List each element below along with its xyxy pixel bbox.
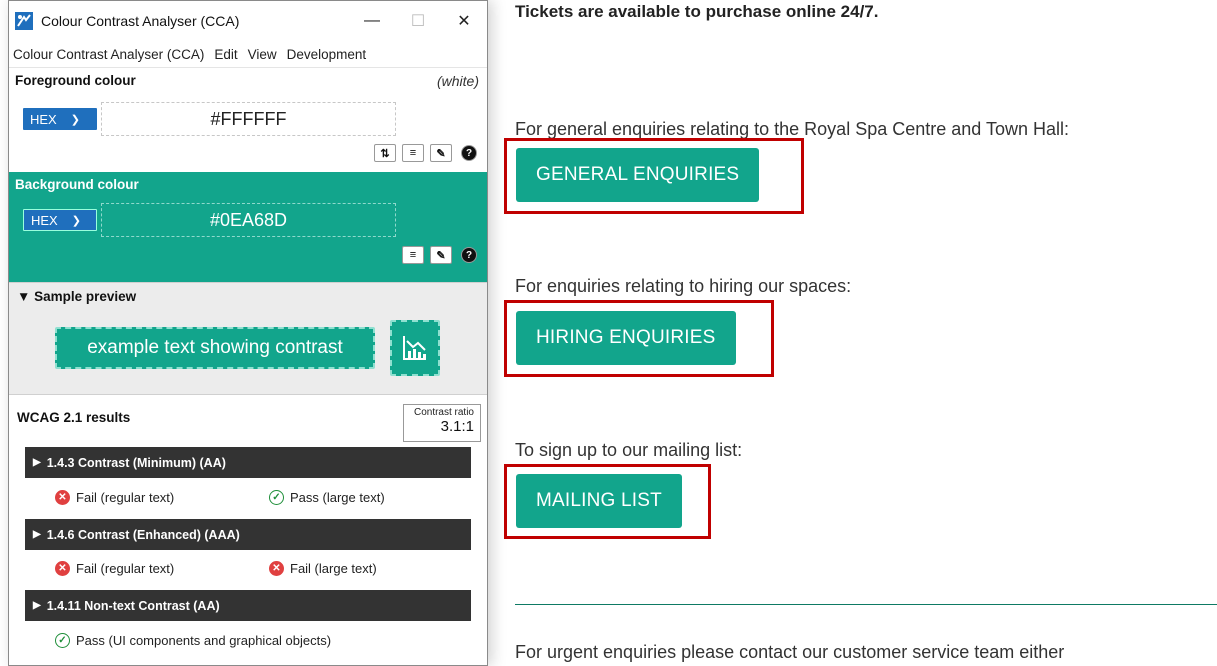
- results-label: WCAG 2.1 results: [17, 410, 131, 425]
- result-text: Fail (large text): [290, 561, 377, 576]
- contrast-ratio-box: Contrast ratio 3.1:1: [403, 404, 481, 442]
- fail-icon: ✕: [55, 490, 70, 505]
- result-ui-1-4-11: ✓ Pass (UI components and graphical obje…: [55, 633, 331, 648]
- foreground-tools: ⇅ ≡ ✎ ?: [374, 144, 480, 162]
- criterion-1-4-6[interactable]: ▶ 1.4.6 Contrast (Enhanced) (AAA): [25, 519, 471, 550]
- hiring-enquiries-text: For enquiries relating to hiring our spa…: [515, 276, 852, 296]
- expand-triangle-icon: ▶: [33, 457, 41, 468]
- result-text: Pass (UI components and graphical object…: [76, 633, 332, 648]
- foreground-format-select[interactable]: HEX ❯: [23, 108, 97, 130]
- result-large-1-4-3: ✓ Pass (large text): [269, 490, 385, 505]
- chevron-down-icon: ❯: [70, 113, 80, 126]
- help-icon[interactable]: ?: [461, 247, 477, 263]
- general-enquiries-text: For general enquiries relating to the Ro…: [515, 119, 1069, 139]
- hiring-enquiries-button[interactable]: HIRING ENQUIRIES: [516, 311, 736, 365]
- criterion-name: 1.4.6 Contrast (Enhanced) (AAA): [46, 527, 240, 542]
- result-regular-1-4-3: ✕ Fail (regular text): [55, 490, 174, 505]
- result-text: Pass (large text): [290, 490, 385, 505]
- result-text: Fail (regular text): [76, 490, 175, 505]
- general-enquiries-button[interactable]: GENERAL ENQUIRIES: [516, 148, 760, 202]
- results-section: WCAG 2.1 results Contrast ratio 3.1:1 ▶ …: [9, 394, 487, 665]
- close-icon[interactable]: ✕: [441, 1, 487, 41]
- contrast-ratio-label: Contrast ratio: [413, 407, 474, 418]
- background-section: Background colour HEX ❯ #0EA68D ≡ ✎ ?: [9, 172, 487, 282]
- background-label: Background colour: [15, 177, 139, 192]
- sample-preview-section: ▼ Sample preview example text showing co…: [9, 282, 487, 394]
- menu-development[interactable]: Development: [287, 47, 367, 62]
- background-format-value: HEX: [31, 212, 58, 228]
- background-hex-input[interactable]: #0EA68D: [101, 203, 396, 237]
- title-bar[interactable]: Colour Contrast Analyser (CCA) — ☐ ✕: [9, 1, 487, 41]
- help-icon[interactable]: ?: [461, 145, 477, 161]
- fail-icon: ✕: [55, 561, 70, 576]
- foreground-colour-name: (white): [436, 73, 479, 89]
- sliders-icon[interactable]: ≡: [402, 144, 424, 162]
- eyedropper-icon[interactable]: ✎: [430, 144, 452, 162]
- foreground-label: Foreground colour: [15, 73, 136, 88]
- criterion-name: 1.4.11 Non-text Contrast (AA): [46, 598, 220, 613]
- menu-view[interactable]: View: [248, 47, 277, 62]
- result-regular-1-4-6: ✕ Fail (regular text): [55, 561, 174, 576]
- eyedropper-icon[interactable]: ✎: [430, 246, 452, 264]
- sample-text-preview: example text showing contrast: [55, 327, 375, 369]
- chevron-down-icon: ❯: [71, 214, 81, 227]
- criterion-1-4-11[interactable]: ▶ 1.4.11 Non-text Contrast (AA): [25, 590, 471, 621]
- sliders-icon[interactable]: ≡: [402, 246, 424, 264]
- criterion-name: 1.4.3 Contrast (Minimum) (AA): [46, 455, 226, 470]
- fail-icon: ✕: [269, 561, 284, 576]
- mailing-list-text: To sign up to our mailing list:: [515, 440, 743, 460]
- menu-edit[interactable]: Edit: [214, 47, 237, 62]
- chart-icon[interactable]: [390, 320, 440, 376]
- pass-icon: ✓: [55, 633, 70, 648]
- menu-bar: Colour Contrast Analyser (CCA) Edit View…: [9, 41, 487, 67]
- sample-preview-toggle[interactable]: ▼ Sample preview: [9, 283, 487, 304]
- background-tools: ≡ ✎ ?: [402, 246, 480, 264]
- window-title: Colour Contrast Analyser (CCA): [41, 13, 240, 29]
- foreground-hex-input[interactable]: #FFFFFF: [101, 102, 396, 136]
- maximize-icon[interactable]: ☐: [395, 1, 441, 41]
- divider: [515, 604, 1217, 605]
- cca-app-icon: [15, 12, 33, 30]
- expand-triangle-icon: ▶: [33, 600, 41, 611]
- background-format-select[interactable]: HEX ❯: [23, 209, 97, 231]
- menu-app[interactable]: Colour Contrast Analyser (CCA): [13, 47, 204, 62]
- mailing-list-button[interactable]: MAILING LIST: [516, 474, 682, 528]
- foreground-section: Foreground colour (white) HEX ❯ #FFFFFF …: [9, 67, 487, 172]
- expand-triangle-icon: ▶: [33, 529, 41, 540]
- foreground-format-value: HEX: [30, 111, 57, 127]
- urgent-enquiries-text: For urgent enquiries please contact our …: [515, 642, 1065, 662]
- tickets-text: Tickets are available to purchase online…: [515, 2, 879, 21]
- minimize-icon[interactable]: —: [349, 1, 395, 41]
- pass-icon: ✓: [269, 490, 284, 505]
- cca-window: Colour Contrast Analyser (CCA) — ☐ ✕ Col…: [8, 0, 488, 666]
- swap-colours-icon[interactable]: ⇅: [374, 144, 396, 162]
- criterion-1-4-3[interactable]: ▶ 1.4.3 Contrast (Minimum) (AA): [25, 447, 471, 478]
- result-large-1-4-6: ✕ Fail (large text): [269, 561, 377, 576]
- contrast-ratio-value: 3.1:1: [440, 418, 474, 435]
- result-text: Fail (regular text): [76, 561, 175, 576]
